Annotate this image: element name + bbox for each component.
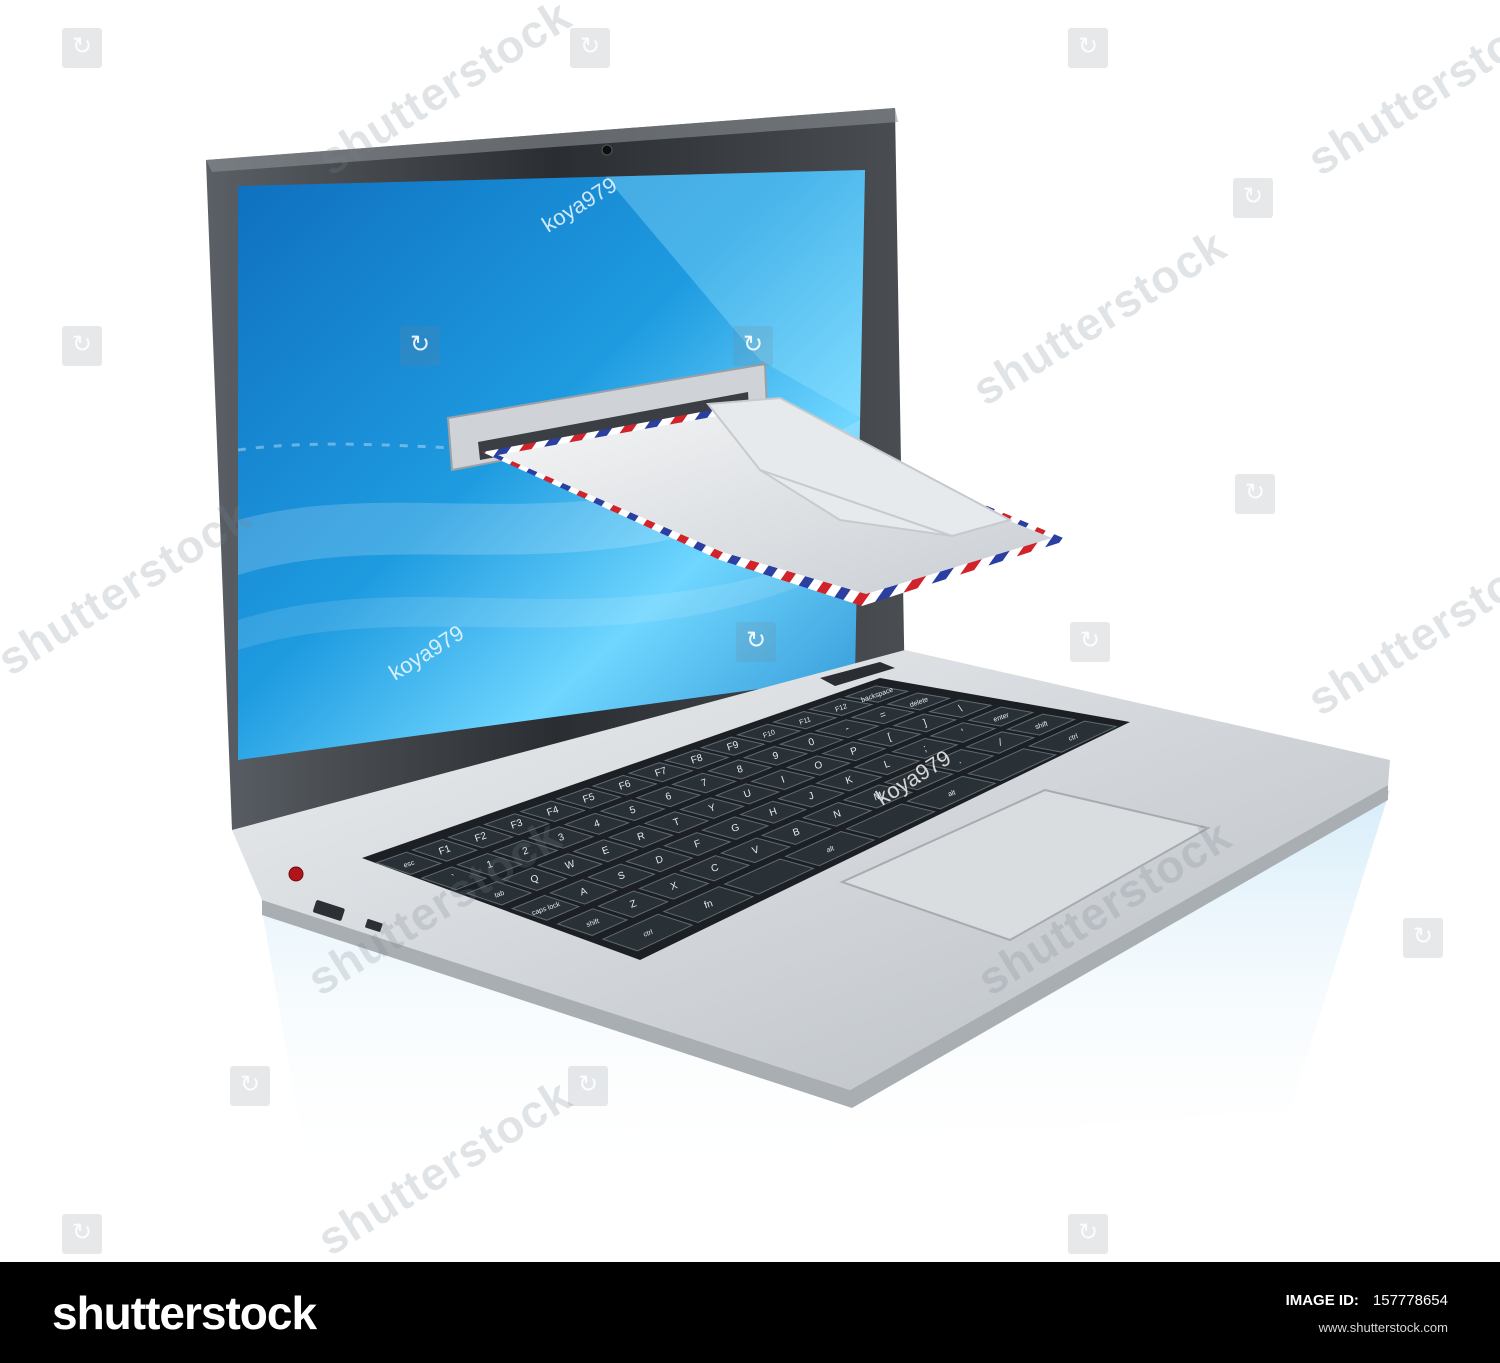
watermark-logo-icon (1068, 28, 1108, 68)
watermark-logo-icon (1233, 178, 1273, 218)
stock-footer: shutterstock IMAGE ID: 157778654 www.shut… (0, 1262, 1500, 1363)
shutterstock-logo: shutterstock (52, 1287, 317, 1339)
watermark-logo-icon (733, 326, 773, 366)
watermark-logo-icon (62, 1214, 102, 1254)
site-url: www.shutterstock.com (1318, 1320, 1448, 1335)
image-id-line: IMAGE ID: 157778654 (1286, 1292, 1448, 1309)
image-id-value: 157778654 (1372, 1292, 1448, 1309)
watermark-logo-icon (1235, 474, 1275, 514)
image-id-label: IMAGE ID: (1285, 1292, 1359, 1309)
watermark-logo-icon (62, 326, 102, 366)
watermark-logo-icon (1070, 622, 1110, 662)
webcam-icon (601, 144, 613, 156)
stock-photo: esc F1 F2 F3 F4 F5 F6 F7 F8 F9 F10 F11 F12 backspace `… (0, 0, 1500, 1262)
watermark-logo-icon (1403, 918, 1443, 958)
watermark-logo-icon (62, 28, 102, 68)
watermark-logo-icon (736, 622, 776, 662)
watermark-logo-icon (1068, 1214, 1108, 1254)
watermark-logo-icon (230, 1066, 270, 1106)
watermark-logo-icon (570, 28, 610, 68)
watermark-logo-icon (568, 1066, 608, 1106)
watermark-logo-icon (400, 326, 440, 366)
headphone-jack-icon (288, 866, 304, 882)
